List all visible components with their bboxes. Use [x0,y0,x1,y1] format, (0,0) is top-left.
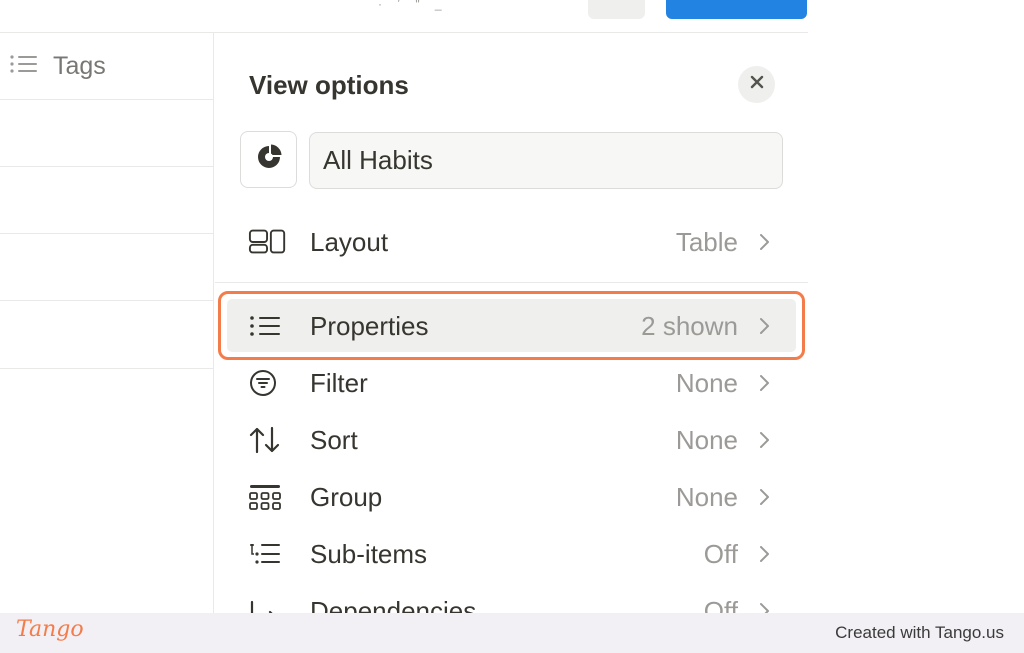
toolbar-primary-button[interactable] [666,0,807,19]
chevron-right-icon [757,544,771,564]
table-header-label: Tags [53,51,106,80]
option-label: Filter [310,367,368,398]
sub-items-icon [248,534,288,574]
top-toolbar: · ʼ ʺ _ [0,0,808,33]
option-label: Sort [310,424,358,455]
option-label: Group [310,481,383,512]
dependencies-icon [248,591,288,613]
right-margin [808,0,1024,613]
option-label: Sub-items [310,538,428,569]
footer-bar: Tango Created with Tango.us [0,613,1024,653]
table-row[interactable] [0,301,214,369]
chevron-right-icon [757,316,771,336]
option-properties[interactable]: Properties 2 shown [215,298,808,354]
table-row[interactable] [0,100,214,167]
table-column: Tags [0,33,214,613]
option-value: Off [703,595,738,614]
toolbar-fragments: · ʼ ʺ _ [378,0,448,11]
table-header-tags[interactable]: Tags [0,33,214,100]
app-canvas: · ʼ ʺ _ Tags View options All Habits Lay… [0,0,808,613]
option-sub-items[interactable]: Sub-items Off [215,526,808,582]
option-value: None [675,481,738,512]
option-label: Dependencies [310,595,477,614]
option-label: Properties [310,310,429,341]
option-group[interactable]: Group None [215,469,808,525]
option-value: 2 shown [641,310,738,341]
chevron-right-icon [757,373,771,393]
option-value: None [675,424,738,455]
list-icon [9,52,39,81]
table-row[interactable] [0,234,214,301]
option-value: None [675,367,738,398]
option-filter[interactable]: Filter None [215,355,808,411]
group-icon [248,477,288,517]
filter-icon [248,363,288,403]
view-options-list: Properties 2 shown Filter None Sort None… [215,33,808,613]
sort-icon [248,420,288,460]
option-dependencies[interactable]: Dependencies Off [215,583,808,613]
created-with-text: Created with Tango.us [835,623,1004,642]
table-row[interactable] [0,167,214,234]
list-icon [248,306,288,346]
chevron-right-icon [757,601,771,613]
option-value: Off [703,538,738,569]
toolbar-secondary-button[interactable] [588,0,645,19]
chevron-right-icon [757,430,771,450]
chevron-right-icon [757,487,771,507]
tango-logo: Tango [16,617,84,642]
option-sort[interactable]: Sort None [215,412,808,468]
